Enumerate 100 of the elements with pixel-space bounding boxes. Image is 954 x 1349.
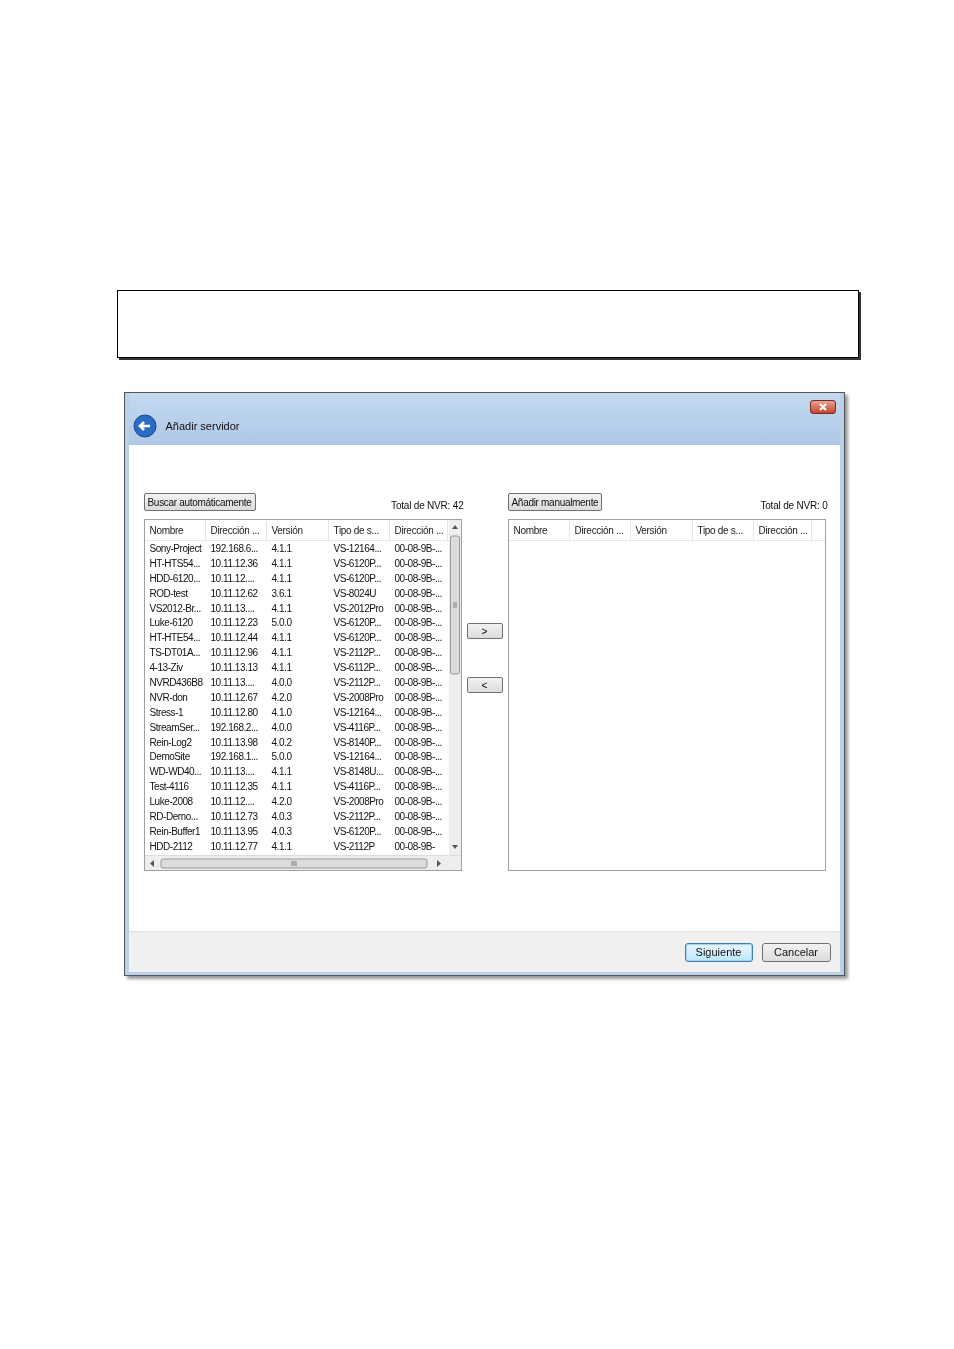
table-cell-text: VS-2112P...: [332, 810, 382, 824]
table-cell-text: ROD-test: [148, 586, 189, 601]
table-cell-text: 00-08-9B-...: [393, 705, 443, 720]
table-cell-text: 4.0.3: [270, 824, 293, 839]
table-row[interactable]: NVR-don 10.11.12.67 4.2.0 VS-2008Pro 00-08-9B-...: [144, 689, 448, 705]
table-cell-text: 3.6.1: [270, 586, 293, 601]
column-header[interactable]: Versión: [266, 520, 329, 540]
column-header[interactable]: Nombre: [508, 520, 570, 540]
table-cell-text: 00-08-9B-: [393, 839, 436, 854]
table-cell-text: 10.11.12.23: [209, 616, 259, 631]
table-cell-text: 00-08-9B-...: [393, 542, 443, 556]
table-cell-text: 00-08-9B-...: [393, 556, 443, 571]
table-row[interactable]: Luke-6120 10.11.12.23 5.0.0 VS-6120P... 00-08-9B-...: [144, 615, 448, 631]
table-row[interactable]: WD-WD40... 10.11.13.... 4.1.1 VS-8148U... 00-08-9B-...: [144, 764, 448, 780]
table-cell-text: VS-6120P...: [332, 824, 383, 839]
table-cell-text: 4.0.0: [270, 720, 293, 735]
table-row[interactable]: Luke-2008 10.11.12.... 4.2.0 VS-2008Pro 00-08-9B-...: [144, 794, 448, 810]
table-cell-text: 10.11.12.35: [209, 780, 259, 795]
table-cell-text: 192.168.2...: [209, 720, 259, 735]
table-cell-text: 00-08-9B-...: [393, 690, 443, 705]
table-cell-text: VS-8140P...: [332, 735, 383, 750]
table-cell-text: DemoSite: [148, 750, 191, 765]
table-row[interactable]: ROD-test 10.11.12.62 3.6.1 VS-8024U 00-08-9B-...: [144, 585, 448, 601]
column-header[interactable]: Versión: [630, 520, 693, 540]
move-button[interactable]: <: [466, 677, 503, 693]
table-row[interactable]: Rein-Buffer1 10.11.13.95 4.0.3 VS-6120P... 00-08-9B-...: [144, 823, 448, 839]
table-cell-text: VS-6112P...: [332, 661, 382, 675]
table-cell-text: Rein-Buffer1: [148, 824, 202, 839]
footer-button[interactable]: Cancelar: [761, 942, 831, 962]
table-row[interactable]: HT-HTE54... 10.11.12.44 4.1.1 VS-6120P... 00-08-9B-...: [144, 630, 448, 646]
table-cell-text: 4.1.0: [270, 705, 293, 720]
table-row[interactable]: Sony-Project 192.168.6... 4.1.1 VS-12164... 00-08-9B-...: [144, 541, 448, 556]
table-cell-text: VS-2008Pro: [332, 690, 385, 705]
table-row[interactable]: VS2012-Br... 10.11.13.... 4.1.1 VS-2012Pro 00-08-9B-...: [144, 600, 448, 616]
table-cell-text: 5.0.0: [270, 750, 293, 765]
table-row[interactable]: TS-DT01A... 10.11.12.96 4.1.1 VS-2112P... 00-08-9B-...: [144, 645, 448, 661]
table-cell-text: VS-4116P...: [332, 780, 382, 795]
horizontal-scrollbar[interactable]: [144, 855, 461, 870]
table-cell-text: 10.11.12.44: [209, 631, 259, 646]
table-row[interactable]: HDD-6120... 10.11.12.... 4.1.1 VS-6120P... 00-08-9B-...: [144, 570, 448, 586]
table-cell-text: 4.1.1: [270, 765, 293, 780]
table-cell-text: TS-DT01A...: [148, 646, 202, 661]
column-header[interactable]: Nombre: [144, 520, 206, 540]
column-header[interactable]: Dirección ...: [389, 520, 448, 540]
table-row[interactable]: RD-Demo... 10.11.12.73 4.0.3 VS-2112P... 00-08-9B-...: [144, 809, 448, 824]
table-cell-text: VS-2012Pro: [332, 601, 385, 616]
table-cell-text: Luke-6120: [148, 616, 194, 631]
table-cell-text: 00-08-9B-...: [393, 750, 443, 765]
table-cell-text: 00-08-9B-...: [393, 720, 443, 735]
back-icon[interactable]: [132, 414, 157, 438]
table-cell-text: VS-6120P...: [332, 616, 383, 631]
column-header[interactable]: Dirección ...: [753, 520, 812, 540]
table-cell-text: VS-4116P...: [332, 720, 382, 735]
table-cell-text: 10.11.13....: [209, 601, 256, 616]
footer-button[interactable]: Siguiente: [684, 942, 753, 962]
table-cell-text: 10.11.13.98: [209, 735, 259, 750]
table-cell-text: 4.1.1: [270, 571, 293, 586]
table-cell-text: 00-08-9B-...: [393, 765, 443, 780]
table-row[interactable]: DemoSite 192.168.1... 5.0.0 VS-12164... 00-08-9B-...: [144, 749, 448, 765]
table-row[interactable]: HDD-2112 10.11.12.77 4.1.1 VS-2112P 00-08-9B-: [144, 838, 448, 854]
table-cell-text: 192.168.1...: [209, 750, 259, 765]
table-cell-text: RD-Demo...: [148, 810, 199, 824]
column-header[interactable]: Dirección ...: [569, 520, 631, 540]
close-button[interactable]: [809, 400, 836, 414]
table-cell-text: 00-08-9B-...: [393, 571, 443, 586]
vertical-scrollbar[interactable]: [448, 520, 461, 855]
table-row[interactable]: Rein-Log2 10.11.13.98 4.0.2 VS-8140P... 00-08-9B-...: [144, 734, 448, 750]
table-cell-text: 10.11.12.96: [209, 646, 259, 661]
table-cell-text: VS-12164...: [332, 750, 383, 765]
table-cell-text: 00-08-9B-...: [393, 616, 443, 631]
move-button[interactable]: >: [466, 623, 503, 639]
column-header[interactable]: Tipo de s...: [328, 520, 390, 540]
column-header[interactable]: Tipo de s...: [692, 520, 754, 540]
table-cell-text: 00-08-9B-...: [393, 661, 443, 675]
table-cell-text: 00-08-9B-...: [393, 735, 443, 750]
table-cell-text: VS-6120P...: [332, 571, 383, 586]
table-row[interactable]: Test-4116 10.11.12.35 4.1.1 VS-4116P... 00-08-9B-...: [144, 779, 448, 795]
table-cell-text: 00-08-9B-...: [393, 601, 443, 616]
table-cell-text: NVRD436B8: [148, 676, 204, 690]
add-manual-button[interactable]: Añadir manualmente: [507, 493, 603, 511]
table-cell-text: 00-08-9B-...: [393, 586, 443, 601]
total-label: Total de NVR: 0: [760, 500, 828, 511]
table-row[interactable]: HT-HTS54... 10.11.12.36 4.1.1 VS-6120P... 00-08-9B-...: [144, 555, 448, 571]
table-row[interactable]: StreamSer... 192.168.2... 4.0.0 VS-4116P... 00-08-9B-...: [144, 719, 448, 735]
table-row[interactable]: 4-13-Ziv 10.11.13.13 4.1.1 VS-6112P... 00-08-9B-...: [144, 660, 448, 675]
search-auto-button[interactable]: Buscar automáticamente: [143, 493, 256, 511]
table-row[interactable]: Stress-1 10.11.12.80 4.1.0 VS-12164... 00-08-9B-...: [144, 704, 448, 720]
table-cell-text: 00-08-9B-...: [393, 676, 443, 690]
table-cell-text: 10.11.12.67: [209, 690, 259, 705]
table-row[interactable]: NVRD436B8 10.11.13.... 4.0.0 VS-2112P... 00-08-9B-...: [144, 675, 448, 690]
table-cell-text: 10.11.13.13: [209, 661, 259, 675]
table-cell-text: 00-08-9B-...: [393, 646, 443, 661]
window-title: Añadir servidor: [165, 420, 240, 432]
table-cell-text: 10.11.13....: [209, 676, 256, 690]
table-cell-text: 00-08-9B-...: [393, 795, 443, 810]
table-cell-text: 10.11.12.36: [209, 556, 259, 571]
table-cell-text: 4.1.1: [270, 556, 293, 571]
table-cell-text: 10.11.12....: [209, 795, 256, 810]
column-header[interactable]: Dirección ...: [205, 520, 267, 540]
table-cell-text: 192.168.6...: [209, 542, 259, 556]
